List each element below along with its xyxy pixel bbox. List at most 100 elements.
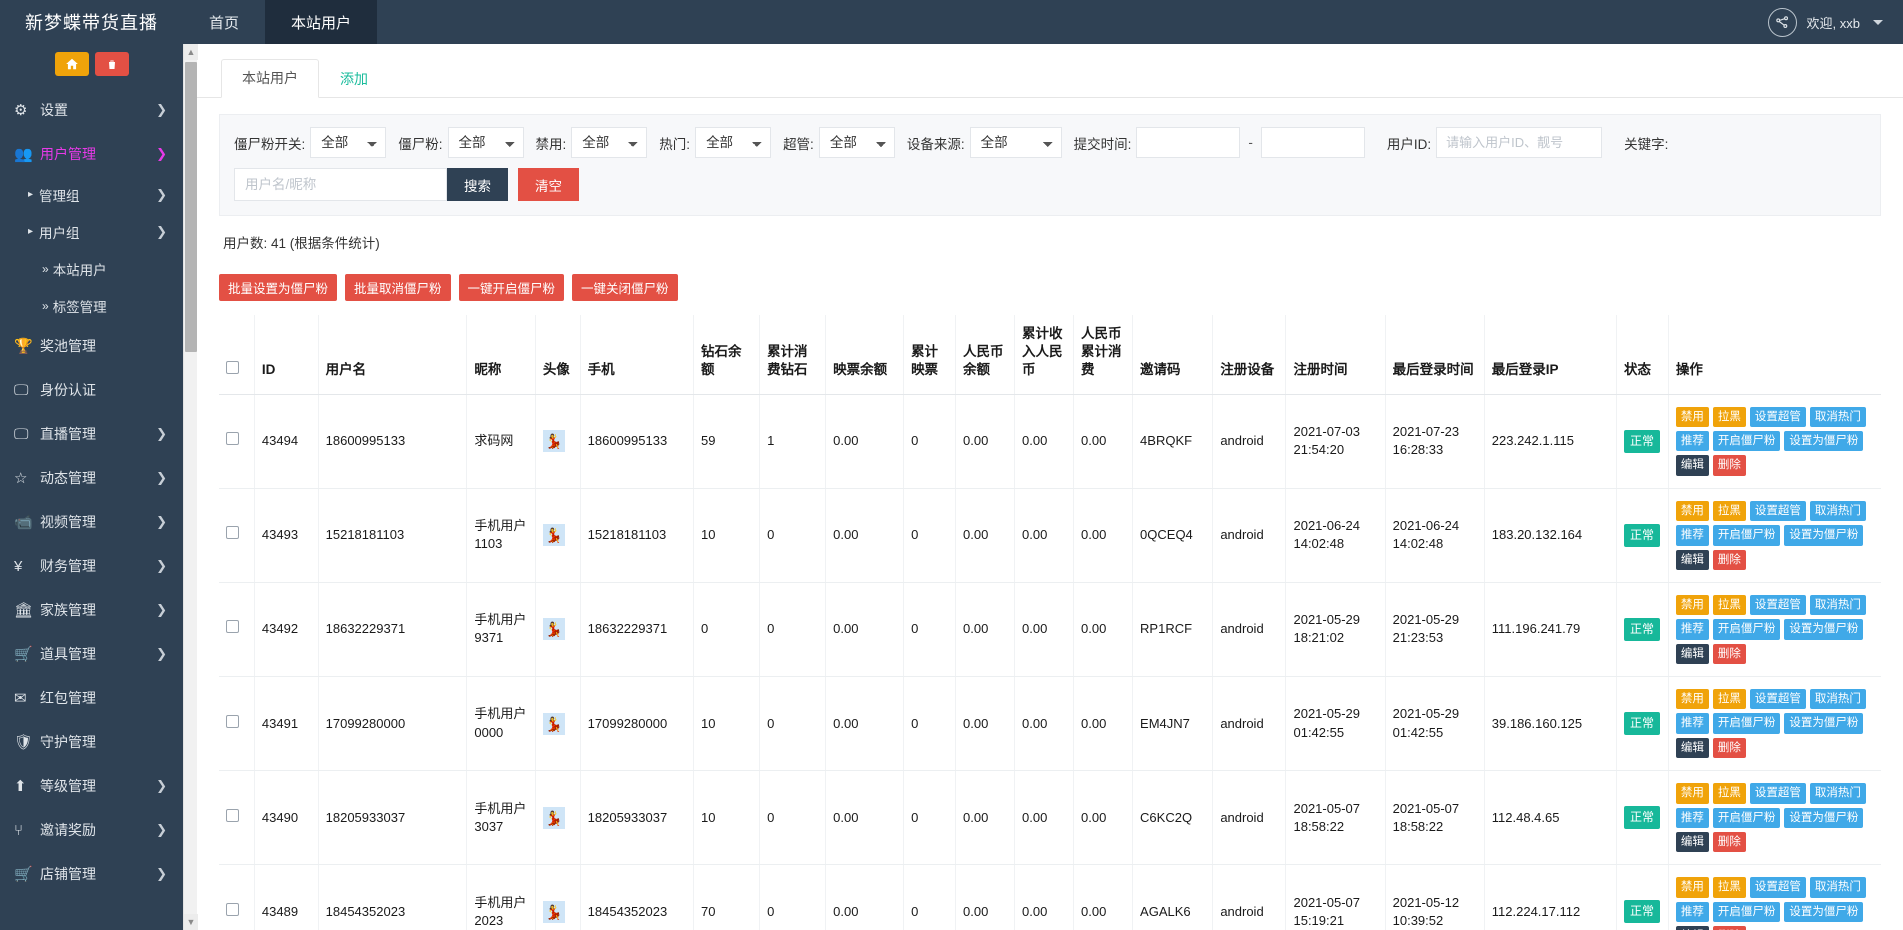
op-button-3[interactable]: 取消热门	[1810, 501, 1866, 521]
user-avatar-icon[interactable]: 💃	[543, 430, 565, 452]
op-button-4[interactable]: 推荐	[1676, 525, 1709, 545]
row-checkbox[interactable]	[226, 715, 239, 728]
op-button-4[interactable]: 推荐	[1676, 431, 1709, 451]
op-button-0[interactable]: 禁用	[1676, 689, 1709, 709]
sidebar-item-5[interactable]: »标签管理	[0, 287, 183, 324]
op-button-5[interactable]: 开启僵尸粉	[1713, 902, 1781, 922]
search-input[interactable]	[234, 168, 447, 201]
sidebar-item-14[interactable]: ✉红包管理	[0, 676, 183, 720]
op-button-7[interactable]: 编辑	[1676, 832, 1709, 852]
sidebar-scrollbar[interactable]: ▲ ▼	[183, 44, 197, 930]
row-checkbox[interactable]	[226, 432, 239, 445]
op-button-1[interactable]: 拉黑	[1713, 783, 1746, 803]
sidebar-item-16[interactable]: ⬆等级管理❯	[0, 764, 183, 808]
date-end-input[interactable]	[1261, 127, 1365, 158]
op-button-5[interactable]: 开启僵尸粉	[1713, 713, 1781, 733]
op-button-1[interactable]: 拉黑	[1713, 407, 1746, 427]
user-avatar-icon[interactable]: 💃	[543, 618, 565, 640]
op-button-0[interactable]: 禁用	[1676, 877, 1709, 897]
op-button-7[interactable]: 编辑	[1676, 455, 1709, 475]
op-button-2[interactable]: 设置超管	[1750, 501, 1806, 521]
user-avatar-icon[interactable]: 💃	[543, 901, 565, 923]
op-button-4[interactable]: 推荐	[1676, 808, 1709, 828]
user-menu[interactable]: 欢迎, xxb	[1768, 0, 1903, 44]
sidebar-item-7[interactable]: 🖵身份认证	[0, 368, 183, 412]
row-checkbox[interactable]	[226, 526, 239, 539]
op-button-6[interactable]: 设置为僵尸粉	[1784, 902, 1863, 922]
op-button-7[interactable]: 编辑	[1676, 738, 1709, 758]
op-button-2[interactable]: 设置超管	[1750, 407, 1806, 427]
op-button-6[interactable]: 设置为僵尸粉	[1784, 808, 1863, 828]
op-button-0[interactable]: 禁用	[1676, 595, 1709, 615]
op-button-3[interactable]: 取消热门	[1810, 689, 1866, 709]
op-button-8[interactable]: 删除	[1713, 644, 1746, 664]
sidebar-item-18[interactable]: 🛒店铺管理❯	[0, 852, 183, 896]
filter-select-0[interactable]: 全部	[310, 127, 386, 158]
op-button-6[interactable]: 设置为僵尸粉	[1784, 525, 1863, 545]
date-start-input[interactable]	[1136, 127, 1240, 158]
topnav-item-1[interactable]: 本站用户	[265, 0, 377, 44]
bulk-button-3[interactable]: 一键关闭僵尸粉	[572, 274, 678, 301]
row-checkbox[interactable]	[226, 620, 239, 633]
bulk-button-2[interactable]: 一键开启僵尸粉	[459, 274, 565, 301]
op-button-5[interactable]: 开启僵尸粉	[1713, 808, 1781, 828]
op-button-7[interactable]: 编辑	[1676, 644, 1709, 664]
sidebar-item-4[interactable]: »本站用户	[0, 250, 183, 287]
search-button[interactable]: 搜索	[447, 168, 508, 201]
filter-select-1[interactable]: 全部	[448, 127, 524, 158]
op-button-7[interactable]: 编辑	[1676, 550, 1709, 570]
op-button-6[interactable]: 设置为僵尸粉	[1784, 713, 1863, 733]
op-button-8[interactable]: 删除	[1713, 832, 1746, 852]
sidebar-item-13[interactable]: 🛒道具管理❯	[0, 632, 183, 676]
op-button-0[interactable]: 禁用	[1676, 783, 1709, 803]
sidebar-item-12[interactable]: 🏛家族管理❯	[0, 588, 183, 632]
op-button-3[interactable]: 取消热门	[1810, 595, 1866, 615]
home-button[interactable]	[55, 52, 89, 76]
op-button-8[interactable]: 删除	[1713, 738, 1746, 758]
op-button-4[interactable]: 推荐	[1676, 619, 1709, 639]
sidebar-item-2[interactable]: ▸管理组❯	[0, 176, 183, 213]
bulk-button-0[interactable]: 批量设置为僵尸粉	[219, 274, 337, 301]
sidebar-item-17[interactable]: ⑂邀请奖励❯	[0, 808, 183, 852]
scrollbar-thumb[interactable]	[185, 62, 197, 352]
trash-button[interactable]	[95, 52, 129, 76]
op-button-1[interactable]: 拉黑	[1713, 689, 1746, 709]
op-button-1[interactable]: 拉黑	[1713, 501, 1746, 521]
op-button-2[interactable]: 设置超管	[1750, 689, 1806, 709]
tab-0[interactable]: 本站用户	[221, 59, 319, 98]
op-button-6[interactable]: 设置为僵尸粉	[1784, 619, 1863, 639]
op-button-5[interactable]: 开启僵尸粉	[1713, 525, 1781, 545]
op-button-8[interactable]: 删除	[1713, 455, 1746, 475]
sidebar-item-1[interactable]: 👥用户管理❯	[0, 132, 183, 176]
bulk-button-1[interactable]: 批量取消僵尸粉	[345, 274, 451, 301]
row-checkbox[interactable]	[226, 903, 239, 916]
sidebar-item-11[interactable]: ¥财务管理❯	[0, 544, 183, 588]
op-button-2[interactable]: 设置超管	[1750, 595, 1806, 615]
sidebar-item-15[interactable]: 🛡守护管理	[0, 720, 183, 764]
user-avatar-icon[interactable]: 💃	[543, 807, 565, 829]
clear-button[interactable]: 清空	[518, 168, 579, 201]
op-button-6[interactable]: 设置为僵尸粉	[1784, 431, 1863, 451]
op-button-3[interactable]: 取消热门	[1810, 783, 1866, 803]
scroll-down-icon[interactable]: ▼	[184, 914, 198, 930]
sidebar-item-8[interactable]: 🖵直播管理❯	[0, 412, 183, 456]
op-button-3[interactable]: 取消热门	[1810, 407, 1866, 427]
sidebar-item-9[interactable]: ☆动态管理❯	[0, 456, 183, 500]
op-button-8[interactable]: 删除	[1713, 550, 1746, 570]
user-avatar-icon[interactable]: 💃	[543, 713, 565, 735]
scroll-up-icon[interactable]: ▲	[184, 44, 198, 60]
tab-1[interactable]: 添加	[319, 60, 389, 98]
topnav-item-0[interactable]: 首页	[183, 0, 265, 44]
filter-select-2[interactable]: 全部	[571, 127, 647, 158]
op-button-2[interactable]: 设置超管	[1750, 877, 1806, 897]
op-button-2[interactable]: 设置超管	[1750, 783, 1806, 803]
row-checkbox[interactable]	[226, 809, 239, 822]
sidebar-item-3[interactable]: ▸用户组❯	[0, 213, 183, 250]
userid-input[interactable]	[1436, 127, 1602, 158]
sidebar-item-6[interactable]: 🏆奖池管理	[0, 324, 183, 368]
op-button-7[interactable]: 编辑	[1676, 926, 1709, 930]
op-button-1[interactable]: 拉黑	[1713, 877, 1746, 897]
select-all-checkbox[interactable]	[226, 361, 239, 374]
op-button-4[interactable]: 推荐	[1676, 713, 1709, 733]
op-button-5[interactable]: 开启僵尸粉	[1713, 431, 1781, 451]
